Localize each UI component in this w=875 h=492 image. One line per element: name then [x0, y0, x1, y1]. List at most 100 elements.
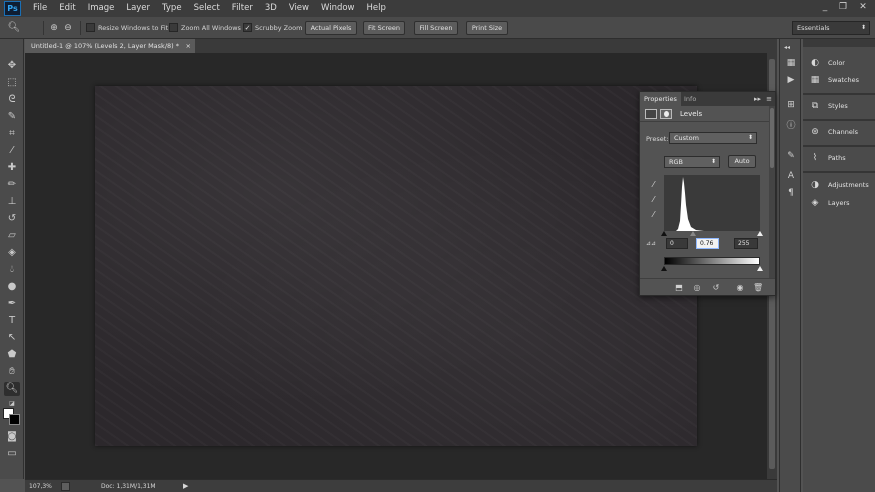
panel-menu-icon[interactable]: ≡: [766, 92, 772, 106]
fit-screen-button[interactable]: Fit Screen: [363, 21, 405, 35]
menu-filter[interactable]: Filter: [226, 0, 259, 17]
menu-help[interactable]: Help: [361, 0, 392, 17]
input-white-field[interactable]: 255: [734, 238, 758, 249]
close-window-button[interactable]: ✕: [856, 1, 870, 14]
history-panel-icon[interactable]: ▦: [785, 57, 797, 69]
delete-adjustment-icon[interactable]: 🗑︎: [753, 283, 763, 293]
input-gamma-field[interactable]: 0.76: [696, 238, 719, 249]
menu-layer[interactable]: Layer: [120, 0, 156, 17]
quick-select-tool-icon[interactable]: ✎: [4, 110, 20, 124]
view-previous-state-icon[interactable]: ◎: [692, 283, 702, 293]
lasso-tool-icon[interactable]: ᘓ: [4, 93, 20, 107]
healing-brush-tool-icon[interactable]: ✚: [4, 161, 20, 175]
dock-item-paths[interactable]: ⌇ Paths: [809, 152, 875, 164]
status-menu-arrow-icon[interactable]: ▶: [183, 482, 188, 491]
zoom-out-icon[interactable]: ⊖: [60, 21, 76, 35]
output-black-slider[interactable]: [661, 266, 667, 271]
input-black-field[interactable]: 0: [666, 238, 688, 249]
output-white-slider[interactable]: [757, 266, 763, 271]
background-color-swatch[interactable]: [9, 414, 20, 425]
dock-item-channels[interactable]: ⊛ Channels: [809, 126, 875, 138]
menu-window[interactable]: Window: [315, 0, 361, 17]
screen-mode-icon[interactable]: ▭: [4, 447, 20, 461]
tab-info[interactable]: Info: [680, 92, 700, 106]
auto-button[interactable]: Auto: [728, 155, 756, 168]
preset-dropdown[interactable]: Custom: [669, 132, 757, 144]
document-tab[interactable]: Untitled-1 @ 107% (Levels 2, Layer Mask/…: [25, 39, 195, 53]
properties-scrollbar-thumb[interactable]: [770, 108, 774, 168]
reset-adjustment-icon[interactable]: ↺: [711, 283, 721, 293]
chalkboard-canvas-image[interactable]: [95, 86, 697, 446]
hand-tool-icon[interactable]: ✋︎: [4, 365, 20, 379]
print-size-button[interactable]: Print Size: [466, 21, 508, 35]
zoom-tool-preset-icon[interactable]: 🔍︎: [6, 21, 22, 35]
dock-item-swatches[interactable]: ▦ Swatches: [809, 74, 875, 86]
input-white-slider[interactable]: [757, 231, 763, 236]
close-tab-icon[interactable]: ×: [186, 39, 191, 53]
dock-item-styles[interactable]: ⧉ Styles: [809, 100, 875, 112]
layer-mask-icon[interactable]: [660, 109, 672, 119]
blur-tool-icon[interactable]: 💧︎: [4, 263, 20, 277]
dock-item-label: Swatches: [828, 76, 860, 84]
status-bar: 107,3% Doc: 1,31M/1,31M ▶: [25, 479, 777, 492]
collapse-panel-icon[interactable]: ▸▸: [754, 92, 761, 106]
clip-to-layer-icon[interactable]: ⬒: [674, 283, 684, 293]
zoom-level-field[interactable]: 107,3%: [29, 482, 59, 491]
menu-view[interactable]: View: [283, 0, 315, 17]
eraser-tool-icon[interactable]: ▱: [4, 229, 20, 243]
dock-item-adjustments[interactable]: ◑ Adjustments: [809, 179, 875, 191]
properties-scrollbar[interactable]: [769, 106, 775, 278]
scrubby-zoom-checkbox[interactable]: ✓: [243, 23, 252, 32]
info-panel-icon[interactable]: ⓘ: [785, 120, 797, 132]
brush-tool-icon[interactable]: ✏: [4, 178, 20, 192]
tab-properties[interactable]: Properties: [640, 92, 681, 106]
paragraph-panel-icon[interactable]: ¶: [785, 187, 797, 199]
dock-item-color[interactable]: ◐ Color: [809, 57, 875, 69]
black-point-eyedropper-icon[interactable]: ⁄: [649, 180, 658, 189]
menu-3d[interactable]: 3D: [259, 0, 283, 17]
restore-button[interactable]: ❐: [836, 1, 850, 14]
type-tool-icon[interactable]: T: [4, 314, 20, 328]
character-style-icon[interactable]: A: [785, 170, 797, 182]
character-panel-icon[interactable]: ⊞: [785, 99, 797, 111]
expand-panels-icon[interactable]: ◂◂: [784, 44, 790, 51]
history-brush-tool-icon[interactable]: ↺: [4, 212, 20, 226]
scrubby-zoom-label: Scrubby Zoom: [255, 24, 303, 32]
menu-select[interactable]: Select: [188, 0, 226, 17]
move-tool-icon[interactable]: ✥: [4, 59, 20, 73]
white-point-eyedropper-icon[interactable]: ⁄: [649, 210, 658, 219]
marquee-tool-icon[interactable]: ⬚: [4, 76, 20, 90]
calculate-histogram-icon[interactable]: ⊿⊿: [646, 240, 658, 248]
minimize-button[interactable]: _: [818, 1, 832, 14]
toggle-visibility-icon[interactable]: ◉: [735, 283, 745, 293]
pen-tool-icon[interactable]: ✒: [4, 297, 20, 311]
dock-separator: [803, 93, 875, 95]
menu-file[interactable]: File: [27, 0, 53, 17]
brush-panel-icon[interactable]: ✎: [785, 150, 797, 162]
input-gray-slider[interactable]: [690, 231, 696, 236]
actual-pixels-button[interactable]: Actual Pixels: [305, 21, 357, 35]
status-info-icon[interactable]: [61, 482, 70, 491]
menu-type[interactable]: Type: [156, 0, 188, 17]
actions-panel-icon[interactable]: ▶: [785, 74, 797, 86]
resize-windows-checkbox[interactable]: [86, 23, 95, 32]
zoom-all-checkbox[interactable]: [169, 23, 178, 32]
shape-tool-icon[interactable]: ⬟: [4, 348, 20, 362]
channel-dropdown[interactable]: RGB: [664, 156, 720, 168]
input-black-slider[interactable]: [661, 231, 667, 236]
path-selection-tool-icon[interactable]: ↖: [4, 331, 20, 345]
workspace-dropdown[interactable]: Essentials ⬍: [792, 21, 870, 35]
eyedropper-tool-icon[interactable]: ⁄: [4, 144, 20, 158]
crop-tool-icon[interactable]: ⌗: [4, 127, 20, 141]
quick-mask-icon[interactable]: ◙: [4, 430, 20, 444]
zoom-tool-icon[interactable]: 🔍︎: [4, 382, 20, 396]
fill-screen-button[interactable]: Fill Screen: [414, 21, 458, 35]
menu-edit[interactable]: Edit: [53, 0, 81, 17]
clone-stamp-tool-icon[interactable]: ⊥: [4, 195, 20, 209]
dock-item-layers[interactable]: ◈ Layers: [809, 197, 875, 209]
menu-image[interactable]: Image: [82, 0, 121, 17]
levels-adjustment-icon[interactable]: [645, 109, 657, 119]
dodge-tool-icon[interactable]: ●: [4, 280, 20, 294]
gray-point-eyedropper-icon[interactable]: ⁄: [649, 195, 658, 204]
paint-bucket-tool-icon[interactable]: ◈: [4, 246, 20, 260]
